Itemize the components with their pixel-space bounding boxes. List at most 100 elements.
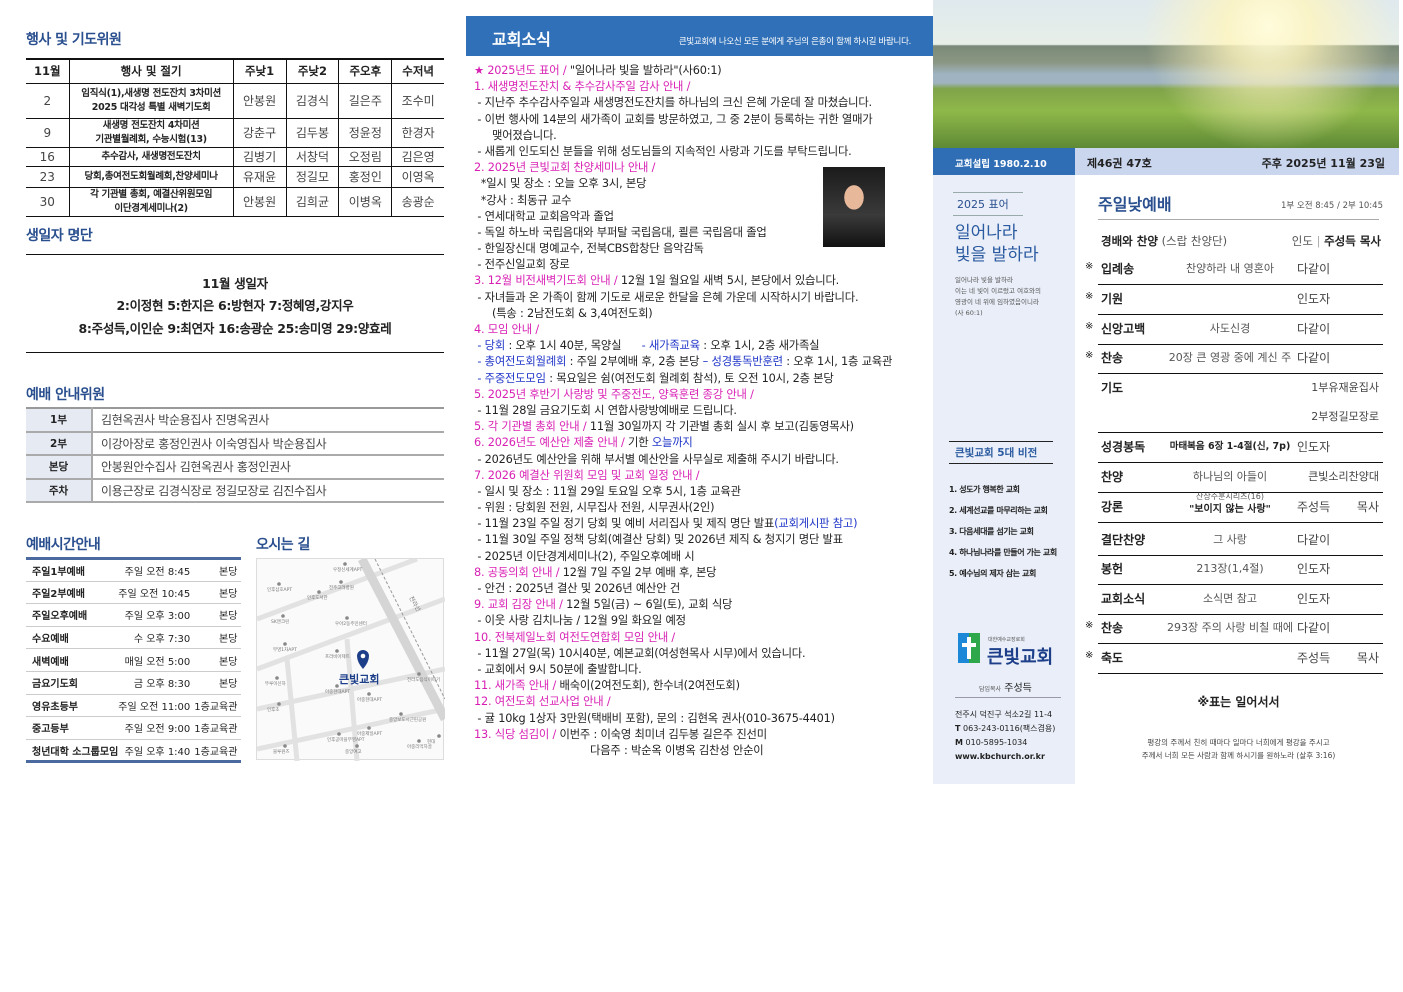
prayer-member: 김희균	[285, 187, 339, 217]
news-highlight: – 성경통독반훈련	[702, 355, 783, 369]
map-marker	[277, 582, 281, 586]
vision-item: 4. 하나님나라를 만들어 가는 교회	[949, 548, 1057, 557]
order-row: ※ 입례송 찬양하라 내 영혼아 다같이	[1085, 254, 1385, 284]
map-marker	[283, 744, 287, 748]
order-row: 교회소식 소식면 참고 인도자	[1085, 584, 1385, 614]
lead-label: 인도	[1291, 234, 1313, 248]
news-text: : 목요일은 쉼(여전도회 월례회 참석), 토 오전 10시, 2층 본당	[545, 371, 834, 385]
intro-name: 경배와 찬양	[1101, 234, 1158, 248]
news-line: (특송 : 2남전도회 & 3,4여전도회)	[474, 306, 924, 322]
news-text: 기한	[628, 436, 652, 450]
prayer-member: 송광순	[391, 187, 444, 217]
news-text: - 2026년도 예산안을 위해 부서별 예산안을 사무실로 제출해 주시기 바…	[474, 452, 839, 466]
news-line: - 귤 10kg 1상자 3만원(택배비 포함), 문의 : 김현옥 권사(01…	[474, 711, 924, 727]
order-row: ※ 신앙고백 사도신경 다같이	[1085, 314, 1385, 344]
pastor-name: 주성득	[1004, 683, 1032, 694]
worship-times-table: 주일1부예배 주일 오전 8:45 본당 주일2부예배 주일 오전 10:45 본당 주일오…	[26, 557, 242, 764]
event-line: 임직식(1),새생명 전도잔치 3차미션	[81, 87, 221, 99]
news-highlight: - 주중전도모임	[474, 371, 546, 385]
order-row: 찬양 하나님의 아들이 큰빛소리찬양대	[1085, 462, 1385, 492]
news-line: 12. 여전도회 선교사업 안내 /	[474, 694, 924, 710]
service-name: 금요기도회	[26, 671, 119, 695]
news-text: 12월 1일 월요일 새벽 5시, 본당에서 있습니다.	[620, 274, 840, 288]
mobile-number[interactable]: 010-5895-1034	[966, 738, 1028, 747]
birthday-heading: 11월 생일자	[202, 276, 268, 291]
table-row: 주일1부예배 주일 오전 8:45 본당	[26, 558, 242, 582]
table-row: 금요기도회 금 오후 8:30 본당	[26, 671, 242, 695]
map-marker	[335, 649, 339, 653]
news-text: - 지난주 추수감사주일과 새생명전도잔치를 하나님의 크신 은혜 가운데 잘 …	[474, 96, 872, 110]
website-link[interactable]: www.kbchurch.or.kr	[955, 750, 1055, 764]
event-line: 새생명 전도잔치 4차미션	[102, 119, 200, 131]
news-line: - 지난주 추수감사주일과 새생명전도잔치를 하나님의 크신 은혜 가운데 잘 …	[474, 95, 924, 111]
events-header-cell: 11월	[26, 59, 70, 84]
service-time: 금 오후 8:30	[118, 671, 195, 695]
table-row: 새벽예배 매일 오전 5:00 본당	[26, 648, 242, 672]
directions-map[interactable]: 큰빛교회 전라선 우정신세계APT 인후삼호APT 인후도서관 전주고려병원 SK엔크린…	[256, 556, 449, 762]
service-name: 영유초등부	[26, 694, 119, 718]
event-description: 추수감사, 새생명전도잔치	[68, 147, 234, 167]
news-text: 12월 5일(금) ~ 6일(토), 교회 식당	[566, 598, 733, 612]
prayer-member: 오정림	[338, 147, 392, 167]
order-item-name: 교회소식	[1101, 592, 1146, 606]
news-line: - 2025년 이단경계세미나(2), 주일오후예배 시	[474, 549, 924, 565]
order-item-leader: 다같이	[1297, 533, 1331, 547]
map-place-label: 우아2동주민센터	[335, 622, 367, 627]
news-line: - 전주신일교회 장로	[474, 257, 924, 273]
standing-mark: ※	[1085, 350, 1094, 361]
news-line: - 위원 : 당회원 전원, 시무집사 전원, 시무권사(2인)	[474, 500, 924, 516]
vision-item: 1. 성도가 행복한 교회	[949, 485, 1020, 494]
divider	[26, 352, 444, 353]
event-day: 9	[26, 118, 70, 148]
prayer-member: 홍정인	[338, 166, 392, 188]
news-heading: 5. 2025년 후반기 사랑방 및 주중전도, 양육훈련 종강 안내 /	[474, 387, 754, 401]
map-marker	[399, 712, 403, 716]
map-place-label: 인후초	[267, 708, 280, 713]
birthday-line: 2:이정현 5:한지은 6:방현자 7:정혜영,강지우	[116, 298, 354, 313]
news-line: - 11월 28일 금요기도회 시 연합사랑방예배로 드립니다.	[474, 403, 924, 419]
news-text: - 11월 30일 주일 정책 당회(예결산 당회) 및 2026년 제직 & …	[474, 533, 843, 547]
news-subtitle: 큰빛교회에 나오신 모든 분에게 주님의 은총이 함께 하시길 바랍니다.	[678, 37, 911, 47]
news-line: - 11월 30일 주일 정책 당회(예결산 당회) 및 2026년 제직 & …	[474, 532, 924, 548]
order-item-detail: 찬양하라 내 영혼아	[1186, 262, 1274, 275]
event-line: 2025 대각성 특별 새벽기도회	[91, 101, 211, 113]
order-row: 성경봉독 마태복음 6장 1-4절(신, 7p) 인도자	[1085, 432, 1385, 462]
news-highlight: - 총여전도회월례회	[474, 355, 567, 369]
table-row: 1부 김현옥권사 박순용집사 진명옥권사	[26, 408, 444, 433]
separator: |	[1316, 234, 1321, 248]
news-line: 4. 모임 안내 /	[474, 322, 924, 338]
usher-names: 이강아장로 홍정인권사 이숙영집사 박순용집사	[92, 431, 444, 456]
news-line: ★ 2025년도 표어 / "일어나라 빛을 발하라"(사60:1)	[474, 63, 924, 79]
news-line: - 주중전도모임 : 목요일은 쉼(여전도회 월례회 참석), 토 오전 10시…	[474, 371, 924, 387]
cover-landscape-photo	[933, 0, 1399, 148]
map-place-label: 전라도음식이야기	[407, 678, 441, 683]
map-place-label: 부영1차APT	[273, 648, 297, 653]
tel-number[interactable]: 063-243-0116(팩스겸용)	[963, 724, 1055, 733]
usher-group: 2부	[26, 431, 93, 456]
map-place-label: 현대	[427, 740, 436, 745]
news-heading: 9. 교회 김장 안내 /	[474, 598, 567, 612]
order-item-detail: 하나님의 아들이	[1192, 470, 1268, 483]
news-line: - 이번 행사에 14분의 새가족이 교회를 방문하였고, 그 중 2분이 등록…	[474, 112, 924, 128]
order-item-leader: 인도자	[1297, 562, 1331, 576]
vision-title: 큰빛교회 5대 비전	[949, 441, 1053, 464]
table-row: 16 추수감사, 새생명전도잔치 김병기 서창덕 오정림 김은영	[26, 147, 444, 167]
pastor-label: 담임목사	[979, 686, 1002, 693]
prayer-member: 김경식	[285, 83, 339, 119]
divider	[26, 254, 444, 255]
mobile: M 010-5895-1034	[955, 736, 1055, 750]
news-heading: 8. 공동의회 안내 /	[474, 565, 563, 579]
news-heading: ★ 2025년도 표어 /	[474, 64, 570, 77]
order-item-name: 찬송	[1101, 351, 1124, 365]
sermon-title: 산상수훈시리즈(16) "보이지 않는 사랑"	[1165, 490, 1295, 516]
map-place-label: 우정신세계APT	[333, 568, 363, 573]
service-place: 1층교육관	[194, 694, 242, 718]
worship-time: 1부 오전 8:45 / 2부 10:45	[1280, 201, 1383, 211]
news-text: - 자녀들과 온 가족이 함께 기도로 새로운 한달을 은혜 가운데 시작하시기…	[474, 290, 859, 304]
news-heading: 3. 12월 비전새벽기도회 안내 /	[474, 274, 621, 288]
order-item-leader: 다같이	[1297, 262, 1331, 276]
map-place-label: 중앙보도시근린공원	[389, 718, 427, 723]
usher-group: 주차	[26, 478, 93, 503]
contact-info: 전주시 덕진구 석소2길 11-4 T 063-243-0116(팩스겸용) M…	[955, 708, 1055, 764]
event-day: 2	[26, 83, 70, 119]
